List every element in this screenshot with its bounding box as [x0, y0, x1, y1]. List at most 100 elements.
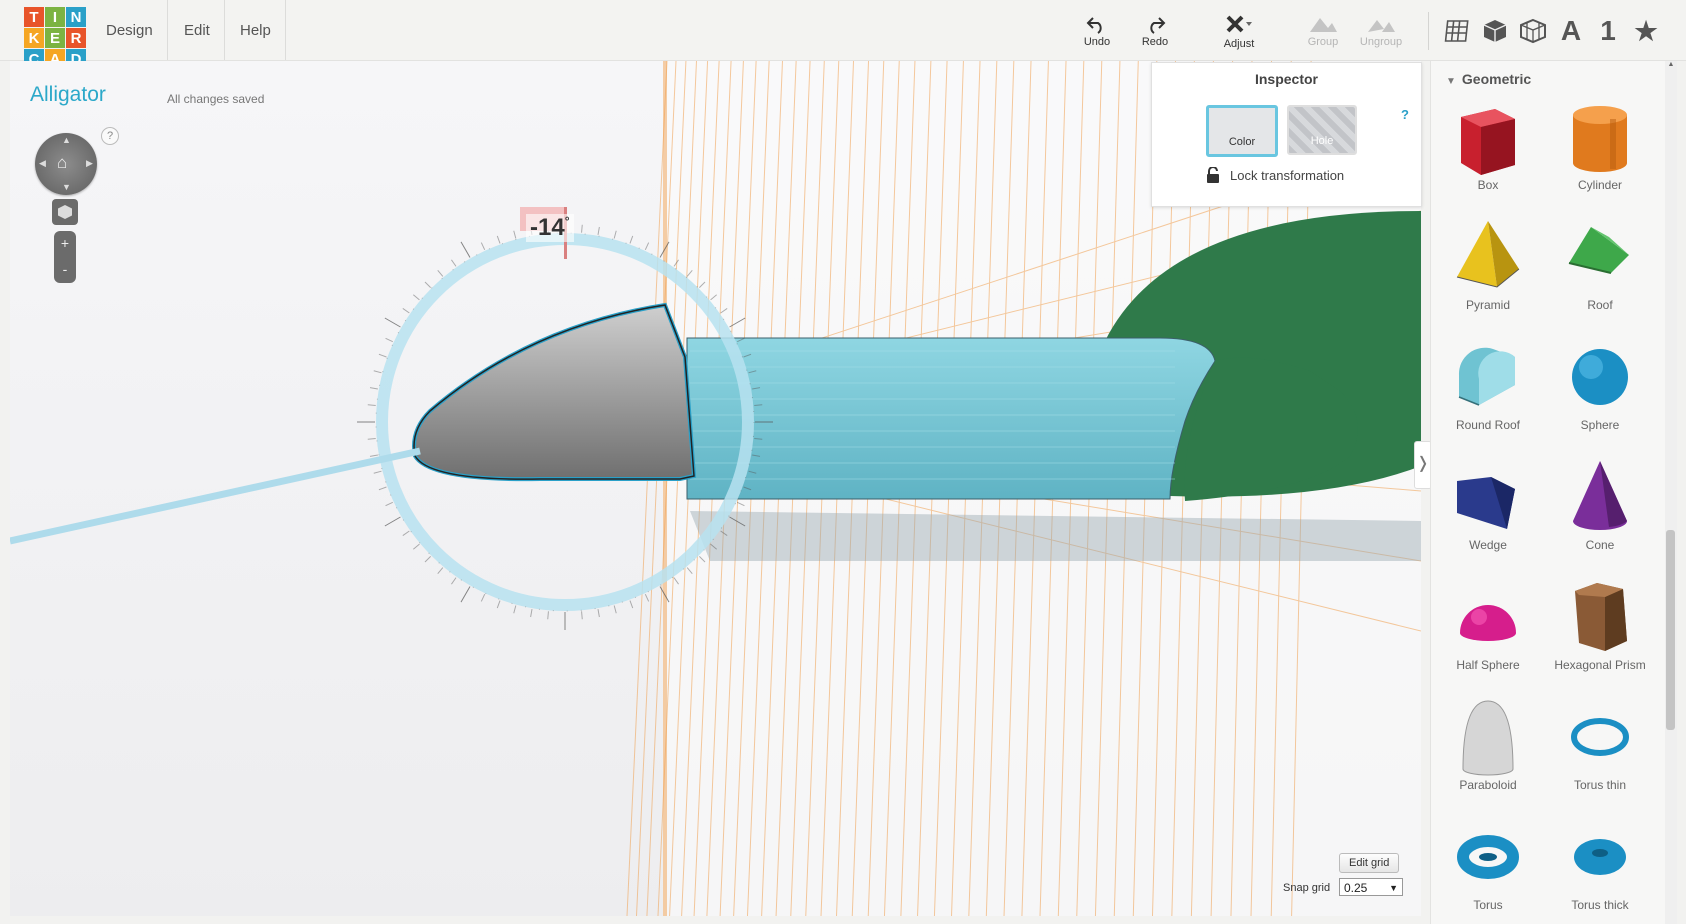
- toolbar-divider: [1428, 12, 1429, 50]
- cone-icon: [1573, 461, 1627, 530]
- logo-letter: T: [24, 7, 44, 27]
- zoom-in-button[interactable]: +: [54, 231, 76, 257]
- alligator-body[interactable]: [686, 337, 1216, 500]
- shape-label: Cylinder: [1577, 178, 1622, 192]
- cylinder-icon: [1573, 106, 1627, 172]
- sphere-icon: [1572, 349, 1628, 405]
- orbit-up-icon[interactable]: ▲: [62, 135, 71, 145]
- number-shapes-icon[interactable]: 1: [1592, 14, 1624, 48]
- paraboloid-icon: [1462, 700, 1514, 776]
- shape-label: Paraboloid: [1459, 778, 1517, 792]
- shape-box[interactable]: Box: [1432, 95, 1544, 213]
- solid-view-icon[interactable]: [1479, 14, 1511, 48]
- undo-button[interactable]: Undo: [1067, 14, 1127, 48]
- menu-edit[interactable]: Edit: [170, 0, 225, 60]
- library-scrollbar[interactable]: [1665, 61, 1677, 924]
- group-button[interactable]: Group: [1293, 14, 1353, 48]
- shape-round-roof[interactable]: Round Roof: [1432, 335, 1544, 453]
- shape-paraboloid[interactable]: Paraboloid: [1432, 695, 1544, 813]
- logo-letter: K: [24, 28, 44, 48]
- redo-icon: [1150, 17, 1166, 34]
- hole-button[interactable]: Hole: [1287, 105, 1357, 155]
- edit-grid-button[interactable]: Edit grid: [1339, 853, 1400, 873]
- rotation-unit: °: [564, 214, 570, 228]
- scrollbar-thumb[interactable]: [1666, 530, 1675, 730]
- logo-letter: E: [45, 28, 65, 48]
- inspector-panel: Inspector ? Color Hole Lock transformati…: [1151, 62, 1422, 207]
- round-roof-icon: [1458, 347, 1515, 406]
- scroll-up-icon[interactable]: ▲: [1665, 61, 1677, 71]
- ungroup-button[interactable]: Ungroup: [1351, 14, 1411, 48]
- shape-torus[interactable]: Torus: [1432, 815, 1544, 924]
- logo-letter: N: [66, 7, 86, 27]
- tinkercad-logo[interactable]: TINKERCAD: [24, 7, 86, 69]
- shape-label: Cone: [1585, 538, 1615, 552]
- logo-letter: I: [45, 7, 65, 27]
- orbit-left-icon[interactable]: ◀: [39, 158, 46, 169]
- shape-wedge[interactable]: Wedge: [1432, 455, 1544, 573]
- menu-help[interactable]: Help: [226, 0, 286, 60]
- zoom-control: + -: [54, 231, 76, 283]
- shape-label: Hexagonal Prism: [1554, 658, 1646, 672]
- collapse-triangle-icon: ▼: [1446, 76, 1456, 87]
- text-shapes-icon[interactable]: A: [1555, 14, 1587, 48]
- top-toolbar: TINKERCAD Design Edit Help Undo Redo Adj…: [0, 0, 1686, 69]
- torus-icon: [1457, 835, 1519, 879]
- shape-sphere[interactable]: Sphere: [1544, 335, 1656, 453]
- shape-hexagonal-prism[interactable]: Hexagonal Prism: [1544, 575, 1656, 693]
- view-cube-icon[interactable]: [52, 199, 78, 225]
- adjust-icon: [1226, 15, 1252, 33]
- favorites-star-icon[interactable]: ★: [1630, 14, 1662, 48]
- hexagonal-prism-icon: [1575, 583, 1627, 651]
- lock-label: Lock transformation: [1230, 167, 1345, 183]
- ungroup-icon: [1368, 20, 1395, 32]
- shape-label: Box: [1477, 178, 1499, 192]
- zoom-out-button[interactable]: -: [54, 257, 76, 283]
- adjust-button[interactable]: Adjust: [1209, 14, 1269, 50]
- redo-button[interactable]: Redo: [1125, 14, 1185, 48]
- undo-icon: [1086, 17, 1102, 34]
- shape-torus-thick[interactable]: Torus thick: [1544, 815, 1656, 924]
- ungroup-label: Ungroup: [1359, 36, 1403, 48]
- nav-help-icon[interactable]: ?: [101, 127, 119, 145]
- menu-design[interactable]: Design: [92, 0, 168, 60]
- shape-label: Half Sphere: [1456, 658, 1520, 672]
- rotation-angle-readout: -14°: [526, 214, 574, 242]
- torus-thin-icon: [1571, 718, 1629, 756]
- grid-view-icon[interactable]: [1440, 14, 1472, 48]
- dropdown-arrow-icon: ▼: [1389, 883, 1398, 893]
- shape-cylinder[interactable]: Cylinder: [1544, 95, 1656, 213]
- snap-grid-select[interactable]: 0.25 ▼: [1339, 878, 1403, 896]
- home-icon[interactable]: ⌂: [57, 153, 67, 173]
- shape-half-sphere[interactable]: Half Sphere: [1432, 575, 1544, 693]
- shape-label: Wedge: [1469, 538, 1507, 552]
- shape-torus-thin[interactable]: Torus thin: [1544, 695, 1656, 813]
- pyramid-icon: [1456, 221, 1520, 288]
- shape-label: Roof: [1587, 298, 1613, 312]
- project-title[interactable]: Alligator: [30, 83, 106, 107]
- shape-roof[interactable]: Roof: [1544, 215, 1656, 333]
- shape-label: Pyramid: [1465, 298, 1510, 312]
- box-icon: [1461, 109, 1515, 175]
- shape-label: Torus thick: [1571, 898, 1629, 912]
- shape-library: ▼ Geometric Box Cylinder Pyramid Roof Round R…: [1430, 61, 1674, 924]
- save-status: All changes saved: [167, 92, 265, 106]
- rotation-value: -14: [530, 214, 565, 241]
- shape-label: Torus: [1473, 898, 1503, 912]
- color-button[interactable]: Color: [1206, 105, 1278, 157]
- torus-thick-icon: [1574, 839, 1626, 875]
- category-geometric[interactable]: ▼ Geometric: [1446, 71, 1531, 87]
- shape-label: Sphere: [1580, 418, 1620, 432]
- inspector-title: Inspector: [1254, 71, 1318, 87]
- orbit-right-icon[interactable]: ▶: [86, 158, 93, 169]
- inspector-help-icon[interactable]: ?: [1401, 107, 1409, 122]
- wireframe-view-icon[interactable]: [1517, 14, 1549, 48]
- orbit-pad[interactable]: ▲ ▼ ◀ ▶ ⌂: [35, 133, 97, 195]
- shape-label: Torus thin: [1573, 778, 1627, 792]
- group-label: Group: [1307, 36, 1339, 48]
- lock-transformation-toggle[interactable]: Lock transformation: [1206, 167, 1344, 183]
- shape-cone[interactable]: Cone: [1544, 455, 1656, 573]
- orbit-down-icon[interactable]: ▼: [62, 182, 71, 192]
- shape-pyramid[interactable]: Pyramid: [1432, 215, 1544, 333]
- snap-grid-value: 0.25: [1344, 881, 1368, 895]
